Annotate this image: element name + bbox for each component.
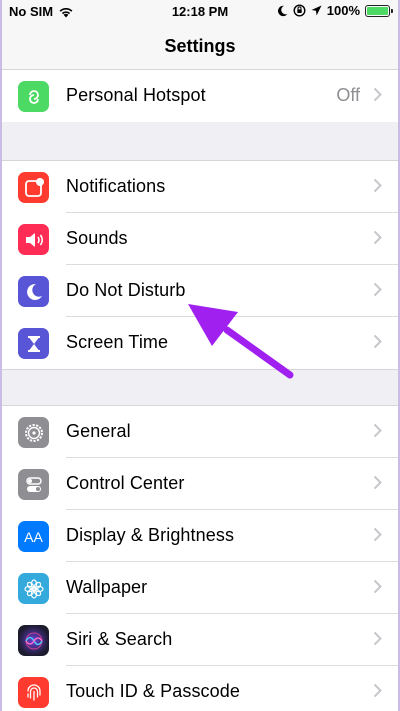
settings-row-sounds[interactable]: Sounds bbox=[2, 213, 398, 265]
settings-row-do-not-disturb[interactable]: Do Not Disturb bbox=[2, 265, 398, 317]
row-label: Personal Hotspot bbox=[66, 85, 206, 105]
status-bar: No SIM 12:18 PM 100% bbox=[2, 0, 398, 24]
toggles-icon bbox=[18, 469, 49, 500]
settings-group-connectivity: Personal Hotspot Off bbox=[2, 70, 398, 122]
settings-row-siri-search[interactable]: Siri & Search bbox=[2, 614, 398, 666]
settings-row-general[interactable]: General bbox=[2, 406, 398, 458]
settings-row-control-center[interactable]: Control Center bbox=[2, 458, 398, 510]
settings-group-general: General Control Center AA Display & Brig… bbox=[2, 405, 398, 711]
navigation-bar: Settings bbox=[2, 24, 398, 70]
row-label: Display & Brightness bbox=[66, 525, 235, 545]
fingerprint-icon bbox=[18, 677, 49, 708]
settings-row-display-brightness[interactable]: AA Display & Brightness bbox=[2, 510, 398, 562]
aa-icon: AA bbox=[18, 521, 49, 552]
battery-percent: 100% bbox=[326, 3, 360, 18]
row-label: Sounds bbox=[66, 228, 128, 248]
settings-group-alerts: Notifications Sounds Do Not Disturb Scre… bbox=[2, 160, 398, 370]
row-label: Touch ID & Passcode bbox=[66, 681, 240, 701]
hourglass-icon bbox=[18, 328, 49, 359]
chevron-right-icon bbox=[373, 334, 382, 349]
gear-icon bbox=[18, 417, 49, 448]
chevron-right-icon bbox=[373, 475, 382, 490]
row-label: Control Center bbox=[66, 473, 185, 493]
row-label: Siri & Search bbox=[66, 629, 173, 649]
chevron-right-icon bbox=[373, 87, 382, 102]
chevron-right-icon bbox=[373, 683, 382, 698]
status-right: 100% bbox=[277, 3, 393, 18]
chevron-right-icon bbox=[373, 423, 382, 438]
settings-row-touch-id-passcode[interactable]: Touch ID & Passcode bbox=[2, 666, 398, 711]
location-icon bbox=[311, 5, 322, 16]
settings-row-screen-time[interactable]: Screen Time bbox=[2, 317, 398, 369]
chevron-right-icon bbox=[373, 631, 382, 646]
settings-row-personal-hotspot[interactable]: Personal Hotspot Off bbox=[2, 70, 398, 122]
row-label: Screen Time bbox=[66, 332, 169, 352]
siri-icon bbox=[18, 625, 49, 656]
sounds-icon bbox=[18, 224, 49, 255]
chevron-right-icon bbox=[373, 527, 382, 542]
settings-row-notifications[interactable]: Notifications bbox=[2, 161, 398, 213]
chevron-right-icon bbox=[373, 230, 382, 245]
chevron-right-icon bbox=[373, 282, 382, 297]
page-title: Settings bbox=[164, 36, 236, 56]
rotation-lock-icon bbox=[293, 4, 306, 17]
chevron-right-icon bbox=[373, 579, 382, 594]
row-label: Notifications bbox=[66, 176, 166, 196]
screen: No SIM 12:18 PM 100% Settings Personal H… bbox=[0, 0, 400, 711]
row-label: Do Not Disturb bbox=[66, 280, 186, 300]
chevron-right-icon bbox=[373, 178, 382, 193]
aa-icon-text: AA bbox=[24, 528, 43, 545]
row-value: Off bbox=[336, 85, 360, 105]
hotspot-icon bbox=[18, 81, 49, 112]
moon-icon bbox=[18, 276, 49, 307]
row-label: General bbox=[66, 421, 131, 441]
notifications-icon bbox=[18, 172, 49, 203]
settings-row-wallpaper[interactable]: Wallpaper bbox=[2, 562, 398, 614]
flower-icon bbox=[18, 573, 49, 604]
moon-status-icon bbox=[277, 5, 288, 16]
row-label: Wallpaper bbox=[66, 577, 148, 597]
battery-icon bbox=[365, 4, 393, 17]
